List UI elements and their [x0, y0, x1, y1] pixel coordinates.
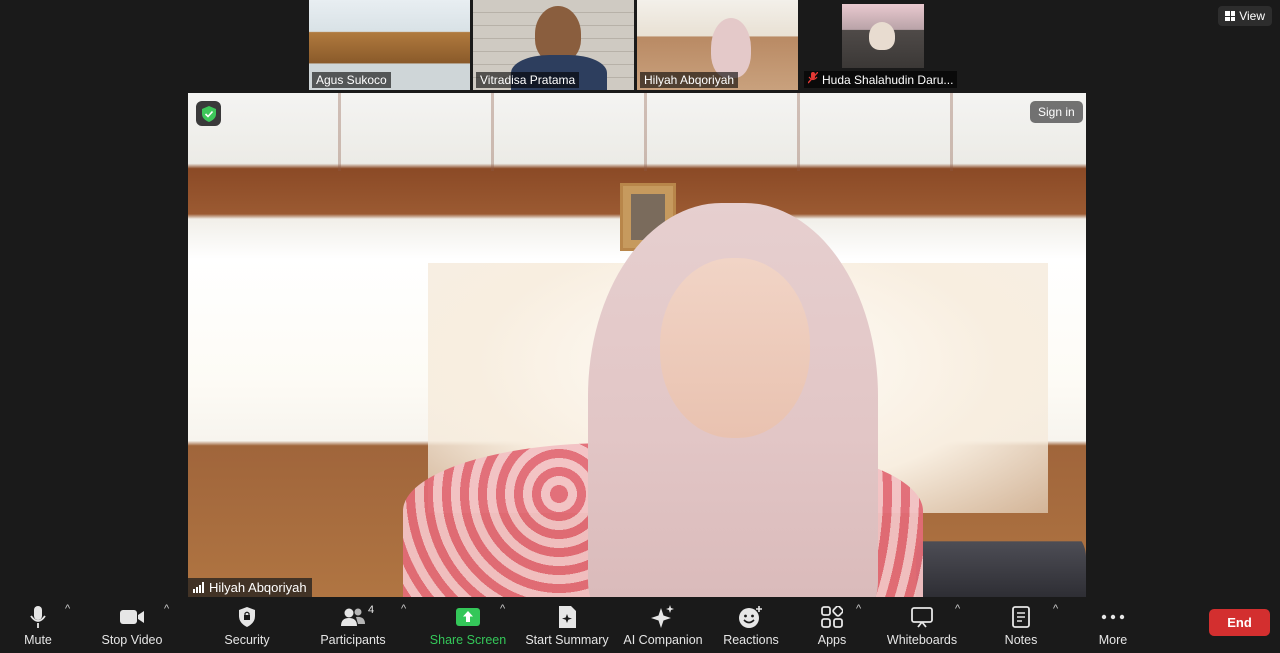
- participant-name: Huda Shalahudin Daru...: [804, 71, 958, 88]
- whiteboards-options-chevron-icon[interactable]: ^: [955, 603, 960, 615]
- participant-tile[interactable]: Hilyah Abqoriyah: [637, 0, 798, 90]
- more-icon: [1101, 603, 1125, 631]
- mute-button[interactable]: Mute: [18, 599, 58, 651]
- apps-button[interactable]: Apps: [812, 599, 852, 651]
- participants-button[interactable]: 4 Participants: [318, 599, 388, 651]
- video-camera-icon: [119, 603, 145, 631]
- end-meeting-button[interactable]: End: [1209, 609, 1270, 636]
- notes-button[interactable]: Notes: [1000, 599, 1042, 651]
- participant-tile[interactable]: Huda Shalahudin Daru...: [801, 0, 962, 90]
- mute-options-chevron-icon[interactable]: ^: [65, 603, 70, 615]
- participant-strip: Agus Sukoco Vitradisa Pratama Hilyah Abq…: [309, 0, 962, 90]
- participants-options-chevron-icon[interactable]: ^: [401, 603, 406, 615]
- muted-microphone-icon: [807, 71, 819, 87]
- active-speaker-video: [188, 93, 1086, 597]
- sign-in-button[interactable]: Sign in: [1030, 101, 1083, 123]
- participant-count: 4: [368, 604, 375, 616]
- more-button[interactable]: More: [1094, 599, 1132, 651]
- grid-icon: [1225, 11, 1236, 21]
- notes-icon: [1012, 603, 1030, 631]
- speaker-face: [660, 258, 810, 438]
- ai-companion-button[interactable]: AI Companion: [622, 599, 704, 651]
- meeting-toolbar: Mute ^ Stop Video ^ Security 4 Participa…: [0, 597, 1280, 653]
- apps-options-chevron-icon[interactable]: ^: [856, 603, 861, 615]
- participant-figure: [535, 6, 581, 62]
- sparkle-icon: [650, 603, 676, 631]
- encryption-shield-icon[interactable]: [196, 101, 221, 126]
- video-options-chevron-icon[interactable]: ^: [164, 603, 169, 615]
- chairs: [916, 527, 1086, 597]
- summary-icon: [557, 603, 577, 631]
- view-button[interactable]: View: [1218, 6, 1272, 26]
- shield-icon: [238, 603, 256, 631]
- smiley-icon: [738, 603, 764, 631]
- speaker-name-label: Hilyah Abqoriyah: [188, 578, 312, 597]
- apps-icon: [821, 603, 843, 631]
- signal-strength-icon: [193, 582, 204, 593]
- view-label: View: [1239, 9, 1265, 23]
- reactions-button[interactable]: Reactions: [722, 599, 780, 651]
- participant-name: Agus Sukoco: [312, 72, 391, 88]
- participant-tile[interactable]: Vitradisa Pratama: [473, 0, 634, 90]
- share-screen-button[interactable]: Share Screen: [430, 599, 506, 651]
- security-button[interactable]: Security: [222, 599, 272, 651]
- whiteboards-button[interactable]: Whiteboards: [884, 599, 960, 651]
- share-options-chevron-icon[interactable]: ^: [500, 603, 505, 615]
- participant-name: Hilyah Abqoriyah: [640, 72, 739, 88]
- participant-figure: [711, 18, 751, 78]
- participant-name: Vitradisa Pratama: [476, 72, 580, 88]
- people-icon: 4: [340, 603, 374, 631]
- microphone-icon: [30, 603, 46, 631]
- notes-options-chevron-icon[interactable]: ^: [1053, 603, 1058, 615]
- share-screen-icon: [456, 603, 480, 631]
- participant-figure: [869, 22, 895, 50]
- participant-tile[interactable]: Agus Sukoco: [309, 0, 470, 90]
- start-summary-button[interactable]: Start Summary: [524, 599, 610, 651]
- ceiling: [188, 93, 1086, 171]
- stop-video-button[interactable]: Stop Video: [98, 599, 166, 651]
- whiteboard-icon: [911, 603, 933, 631]
